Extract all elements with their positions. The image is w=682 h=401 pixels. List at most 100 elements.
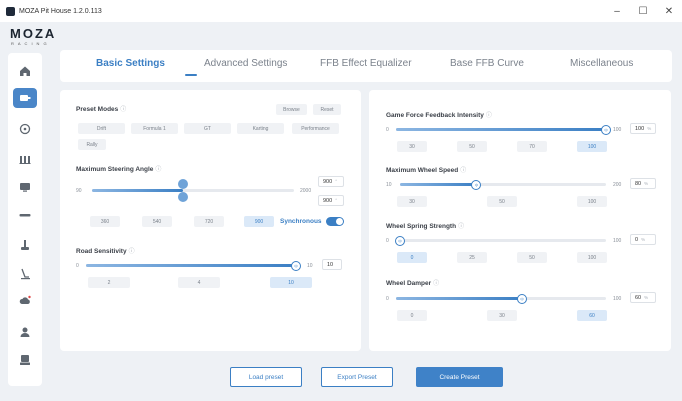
tab-miscellaneous[interactable]: Miscellaneous [570,58,633,69]
info-icon: ⓘ [433,281,440,287]
reset-button[interactable]: Reset [313,104,341,115]
road-sensitivity-max: 10 [307,263,313,269]
info-icon: ⓘ [460,168,467,174]
spring-strength-slider[interactable]: ı|ı [395,235,606,246]
wheel-speed-handle[interactable]: ı|ı [471,179,482,190]
cloud-icon [19,295,31,304]
game-ffb-handle[interactable]: ı|ı [601,124,611,135]
preset-formula-1[interactable]: Formula 1 [131,123,178,134]
wheel-speed-slider[interactable]: ı|ı [400,179,606,190]
sensitivity-preset-10[interactable]: 10 [270,277,312,288]
spring-strength-value[interactable]: 0% [630,234,656,245]
wheel-speed-min: 10 [386,182,392,188]
spring-strength-handle[interactable]: ı|ı [395,235,405,246]
sidebar-item-cloud[interactable] [13,291,37,311]
sensitivity-preset-4[interactable]: 4 [178,277,220,288]
road-sensitivity-handle[interactable]: ı|ı [291,260,301,271]
basic-settings-right-panel: Game Force Feedback Intensity ⓘ 0 ı|ı 100… [369,90,671,351]
sidebar-item-wheelbase[interactable] [13,88,37,108]
title-bar: MOZA Pit House 1.2.0.113 – ☐ ✕ [0,0,682,22]
speed-preset-30[interactable]: 30 [397,196,427,207]
speed-preset-100[interactable]: 100 [577,196,607,207]
preset-drift[interactable]: Drift [78,123,125,134]
tab-base-ffb-curve[interactable]: Base FFB Curve [450,58,524,69]
close-button[interactable]: ✕ [656,0,682,22]
spring-preset-25[interactable]: 25 [457,252,487,263]
steering-angle-value-top[interactable]: 900 ° [318,176,344,187]
tab-advanced-settings[interactable]: Advanced Settings [204,58,287,69]
wheel-speed-value[interactable]: 80% [630,178,656,189]
ffb-preset-70[interactable]: 70 [517,141,547,152]
steering-angle-handle-bottom[interactable] [177,192,188,202]
settings-icon [20,355,30,365]
info-icon: ⓘ [458,224,465,230]
damper-preset-30[interactable]: 30 [487,310,517,321]
road-sensitivity-value[interactable]: 10 [322,259,342,270]
shifter-icon [21,268,30,280]
angle-preset-360[interactable]: 360 [90,216,120,227]
active-tab-indicator [185,74,197,76]
wheel-damper-handle[interactable]: ı|ı [517,293,527,304]
sidebar [8,53,42,386]
sidebar-item-pedals[interactable] [13,149,37,169]
sidebar-item-home[interactable] [13,61,37,81]
speed-preset-50[interactable]: 50 [487,196,517,207]
minimize-button[interactable]: – [604,0,630,22]
wheel-speed-label: Maximum Wheel Speed ⓘ [386,167,467,174]
spring-preset-0[interactable]: 0 [397,252,427,263]
browse-button[interactable]: Browse [276,104,307,115]
steering-angle-slider[interactable] [92,179,294,202]
synchronous-label: Synchronous [280,218,322,225]
wheel-damper-label: Wheel Damper ⓘ [386,280,440,287]
damper-preset-0[interactable]: 0 [397,310,427,321]
game-ffb-max: 100 [613,127,622,133]
steering-angle-handle-top[interactable] [177,179,188,189]
user-icon [20,327,30,337]
handbrake-icon [21,240,29,250]
sidebar-item-wheel-display[interactable] [13,205,37,225]
ffb-preset-30[interactable]: 30 [397,141,427,152]
preset-gt[interactable]: GT [184,123,231,134]
preset-karting[interactable]: Karting [237,123,284,134]
wheel-damper-value[interactable]: 60% [630,292,656,303]
maximize-button[interactable]: ☐ [630,0,656,22]
steering-angle-min: 90 [76,188,82,194]
export-preset-button[interactable]: Export Preset [321,367,393,387]
info-icon: ⓘ [120,107,127,113]
preset-modes-label: Preset Modes ⓘ [76,106,127,113]
tab-bar: Basic Settings Advanced Settings FFB Eff… [60,50,672,82]
wheel-damper-slider[interactable]: ı|ı [396,293,606,304]
sidebar-item-user[interactable] [13,322,37,342]
sidebar-item-steering-wheel[interactable] [13,119,37,139]
synchronous-toggle[interactable] [326,217,344,226]
game-ffb-slider[interactable]: ı|ı [396,124,611,135]
spring-strength-min: 0 [386,238,389,244]
brand-subtitle: RACING [11,41,51,46]
ffb-preset-100[interactable]: 100 [577,141,607,152]
sensitivity-preset-2[interactable]: 2 [88,277,130,288]
steering-angle-label: Maximum Steering Angle ⓘ [76,166,162,173]
tab-ffb-effect-equalizer[interactable]: FFB Effect Equalizer [320,58,412,69]
sidebar-item-handbrake[interactable] [13,235,37,255]
game-ffb-value[interactable]: 100% [630,123,656,134]
road-sensitivity-slider[interactable]: ı|ı [86,260,301,271]
angle-preset-540[interactable]: 540 [142,216,172,227]
angle-preset-900[interactable]: 900 [244,216,274,227]
sidebar-item-shifter[interactable] [13,264,37,284]
spring-preset-50[interactable]: 50 [517,252,547,263]
tab-basic-settings[interactable]: Basic Settings [96,58,165,69]
steering-angle-value-bottom[interactable]: 900 ° [318,195,344,206]
sidebar-item-dashboard[interactable] [13,177,37,197]
window-title: MOZA Pit House 1.2.0.113 [19,7,102,15]
preset-performance[interactable]: Performance [292,123,339,134]
spring-preset-100[interactable]: 100 [577,252,607,263]
damper-preset-60[interactable]: 60 [577,310,607,321]
road-sensitivity-label: Road Sensitivity ⓘ [76,248,135,255]
spring-strength-max: 100 [613,238,622,244]
preset-rally[interactable]: Rally [78,139,106,150]
ffb-preset-50[interactable]: 50 [457,141,487,152]
angle-preset-720[interactable]: 720 [194,216,224,227]
create-preset-button[interactable]: Create Preset [416,367,503,387]
sidebar-item-settings[interactable] [13,350,37,370]
load-preset-button[interactable]: Load preset [230,367,302,387]
